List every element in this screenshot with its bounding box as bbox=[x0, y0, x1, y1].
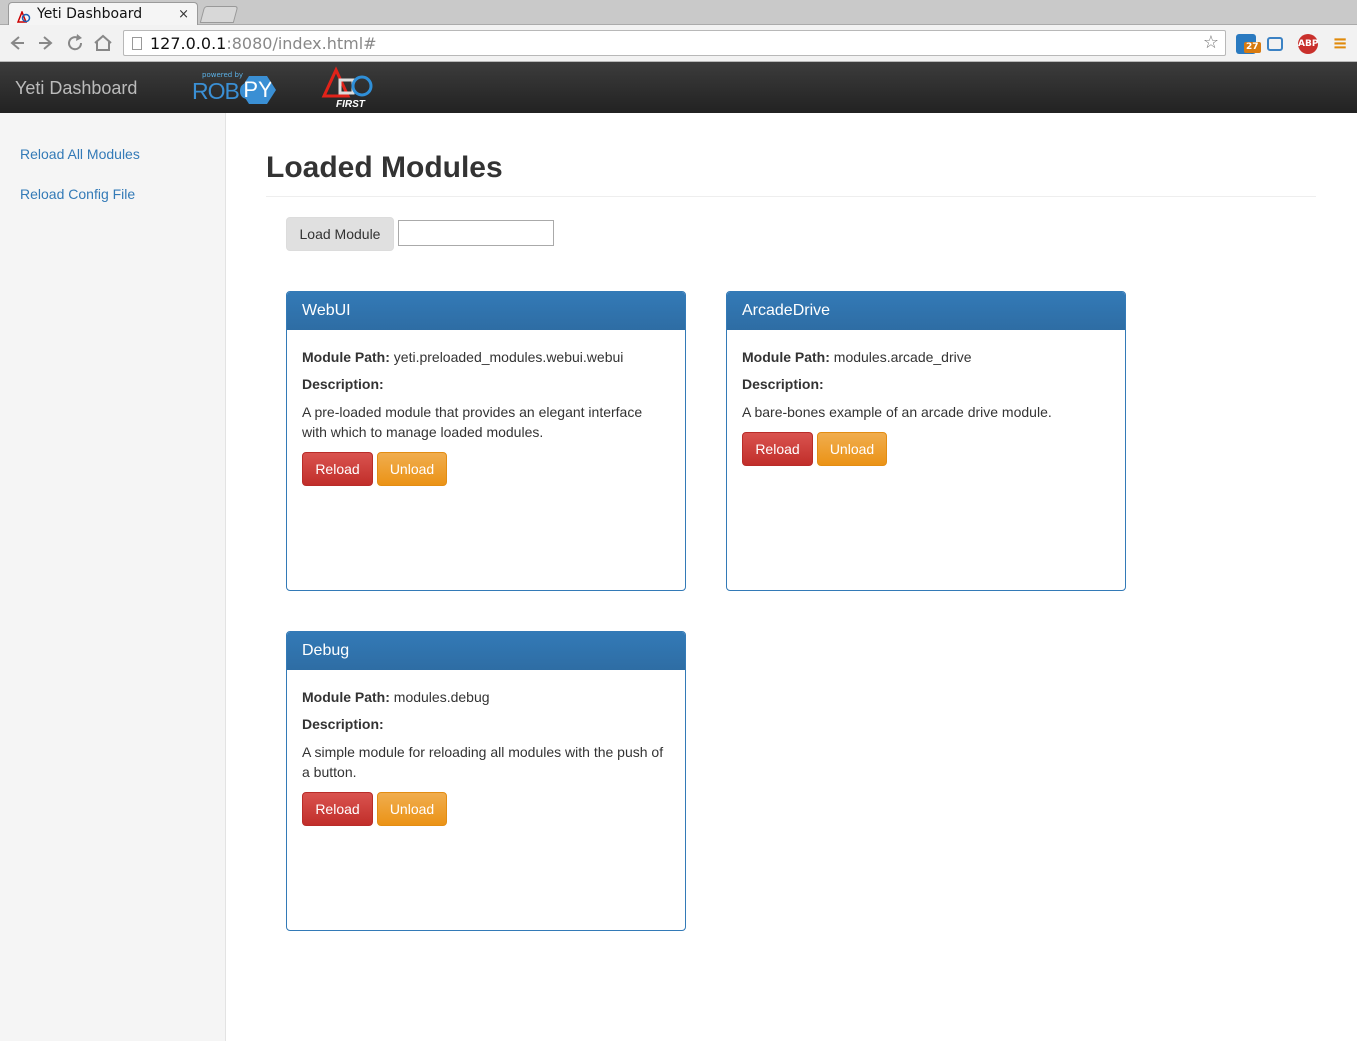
module-description: A bare-bones example of an arcade drive … bbox=[742, 404, 1052, 420]
page-title: Loaded Modules bbox=[266, 151, 503, 184]
module-description: A simple module for reloading all module… bbox=[302, 744, 664, 780]
module-path: Module Path: modules.debug bbox=[302, 687, 670, 707]
panel-heading: WebUI bbox=[287, 292, 685, 330]
close-tab-icon[interactable]: × bbox=[178, 7, 189, 22]
unload-button[interactable]: Unload bbox=[377, 452, 447, 486]
panel-body: Module Path: modules.debug Description: … bbox=[287, 670, 685, 841]
load-module-button[interactable]: Load Module bbox=[286, 217, 394, 251]
first-favicon-icon bbox=[16, 8, 31, 23]
menu-icon[interactable]: ≡ bbox=[1330, 34, 1350, 54]
module-path: Module Path: yeti.preloaded_modules.webu… bbox=[302, 347, 670, 367]
module-path-label: Module Path: bbox=[302, 689, 390, 705]
robotpy-logo: powered by ROBOT PY bbox=[190, 71, 280, 105]
reload-button[interactable]: Reload bbox=[302, 792, 373, 826]
forward-icon[interactable] bbox=[35, 32, 57, 54]
module-path: Module Path: modules.arcade_drive bbox=[742, 347, 1110, 367]
adblock-icon[interactable]: ABP bbox=[1298, 34, 1318, 54]
sidebar: Reload All Modules Reload Config File bbox=[0, 113, 226, 1041]
first-logo: FIRST bbox=[320, 66, 376, 112]
module-description: A pre-loaded module that provides an ele… bbox=[302, 404, 643, 440]
description-label: Description: bbox=[302, 376, 384, 392]
module-path-input[interactable] bbox=[398, 220, 554, 246]
reload-button[interactable]: Reload bbox=[302, 452, 373, 486]
address-bar[interactable]: 127.0.0.1:8080/index.html# ☆ bbox=[123, 30, 1226, 56]
module-panel-debug: Debug Module Path: modules.debug Descrip… bbox=[286, 631, 686, 931]
module-path-value: yeti.preloaded_modules.webui.webui bbox=[393, 349, 624, 365]
description-label: Description: bbox=[742, 376, 824, 392]
module-panel-webui: WebUI Module Path: yeti.preloaded_module… bbox=[286, 291, 686, 591]
module-path-value: modules.arcade_drive bbox=[833, 349, 972, 365]
panel-heading: ArcadeDrive bbox=[727, 292, 1125, 330]
browser-tab[interactable]: Yeti Dashboard × bbox=[8, 2, 198, 25]
reload-icon[interactable] bbox=[64, 32, 86, 54]
bookmark-star-icon[interactable]: ☆ bbox=[1203, 32, 1219, 53]
tab-title: Yeti Dashboard bbox=[37, 6, 143, 22]
navbar-brand[interactable]: Yeti Dashboard bbox=[15, 78, 137, 99]
module-path-label: Module Path: bbox=[302, 349, 390, 365]
panel-body: Module Path: modules.arcade_drive Descri… bbox=[727, 330, 1125, 481]
home-icon[interactable] bbox=[92, 32, 114, 54]
sidebar-item-reload-config-file[interactable]: Reload Config File bbox=[20, 186, 135, 202]
bookmark-folder-icon[interactable] bbox=[1267, 37, 1283, 51]
url-path: :8080/index.html# bbox=[226, 33, 377, 53]
main-content: Loaded Modules Load Module WebUI Module … bbox=[226, 113, 1357, 1041]
top-navbar: Yeti Dashboard powered by ROBOT PY FIRST bbox=[0, 62, 1357, 113]
page-icon bbox=[132, 36, 142, 50]
divider bbox=[266, 196, 1316, 197]
module-path-label: Module Path: bbox=[742, 349, 830, 365]
extension-badge-icon[interactable]: 27 bbox=[1236, 34, 1261, 54]
first-text: FIRST bbox=[336, 99, 365, 110]
module-path-value: modules.debug bbox=[393, 689, 490, 705]
module-panel-arcadedrive: ArcadeDrive Module Path: modules.arcade_… bbox=[726, 291, 1126, 591]
panel-body: Module Path: yeti.preloaded_modules.webu… bbox=[287, 330, 685, 501]
sidebar-item-reload-all-modules[interactable]: Reload All Modules bbox=[20, 146, 140, 162]
reload-button[interactable]: Reload bbox=[742, 432, 813, 466]
browser-toolbar: 127.0.0.1:8080/index.html# ☆ 27 ABP ≡ bbox=[0, 25, 1357, 62]
unload-button[interactable]: Unload bbox=[377, 792, 447, 826]
browser-tabstrip: Yeti Dashboard × bbox=[0, 0, 1357, 25]
new-tab-button[interactable] bbox=[199, 6, 239, 23]
badge-count: 27 bbox=[1244, 42, 1261, 53]
url-host: 127.0.0.1 bbox=[150, 33, 227, 53]
description-label: Description: bbox=[302, 716, 384, 732]
unload-button[interactable]: Unload bbox=[817, 432, 887, 466]
back-icon[interactable] bbox=[6, 32, 28, 54]
panel-heading: Debug bbox=[287, 632, 685, 670]
